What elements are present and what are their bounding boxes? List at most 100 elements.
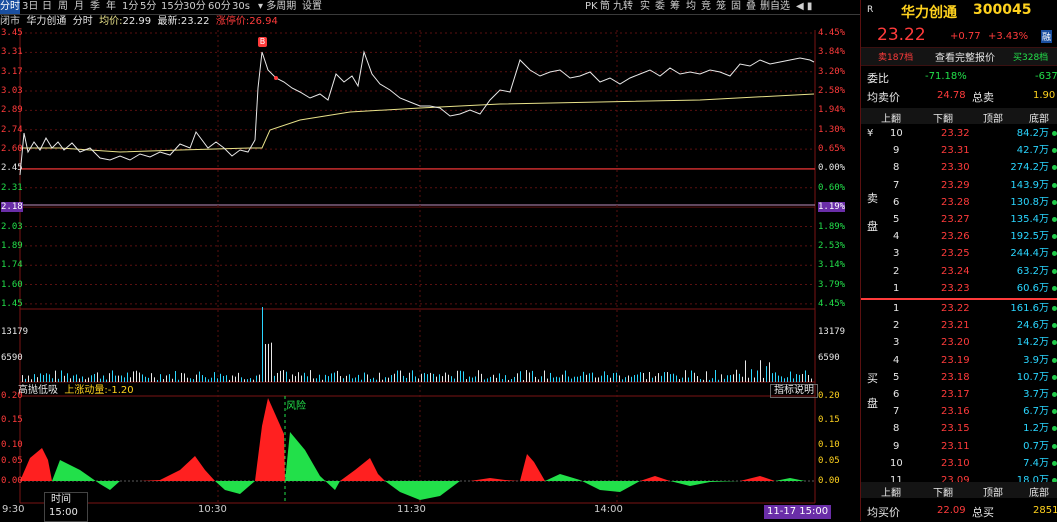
period-tab-11[interactable]: 60分 <box>208 0 231 14</box>
volume-bar <box>802 373 803 382</box>
tool-button-10[interactable]: 叠 <box>746 0 756 14</box>
volume-bar <box>508 379 509 382</box>
indicator-explain-button[interactable]: 指标说明 <box>770 384 818 398</box>
asks-row[interactable]: 4 23.26 192.5万 <box>861 228 1057 245</box>
tool-button-4[interactable]: 委 <box>655 0 665 14</box>
tool-button-2[interactable]: 九转 <box>613 0 633 14</box>
top-button-bottom[interactable]: 顶部 <box>983 484 1003 499</box>
period-tab-12[interactable]: 30s <box>232 0 250 14</box>
volume-bar <box>193 379 194 382</box>
asks-row[interactable]: 2 23.24 63.2万 <box>861 263 1057 280</box>
period-tab-7[interactable]: 1分 <box>122 0 138 14</box>
period-tab-14[interactable]: 设置 <box>302 0 322 14</box>
asks-row[interactable]: 9 23.31 42.7万 <box>861 142 1057 159</box>
volume-bar <box>787 377 788 382</box>
period-tab-5[interactable]: 季 <box>90 0 100 14</box>
volume-bar <box>544 370 545 382</box>
bids-volume: 0.7万 <box>1023 440 1049 452</box>
bids-row[interactable]: 4 23.19 3.9万 <box>861 352 1057 369</box>
volume-bar <box>55 370 56 382</box>
period-tab-8[interactable]: 5分 <box>140 0 156 14</box>
asks-row[interactable]: 6 23.28 130.8万 <box>861 194 1057 211</box>
bids-row[interactable]: 3 23.20 14.2万 <box>861 334 1057 351</box>
volume-bar <box>136 370 137 382</box>
asks-row[interactable]: 7 23.29 143.9万 <box>861 177 1057 194</box>
volume-bar <box>187 377 188 382</box>
page-down-bottom[interactable]: 下翻 <box>933 484 953 499</box>
bottom-button[interactable]: 底部 <box>1029 110 1049 125</box>
buy-marker[interactable]: B <box>258 37 267 47</box>
bids-row[interactable]: 7 23.16 6.7万 <box>861 403 1057 420</box>
volume-bar <box>493 374 494 382</box>
asks-level: 10 <box>890 128 903 139</box>
volume-bar <box>115 375 116 382</box>
asks-row[interactable]: 5 23.27 135.4万 <box>861 211 1057 228</box>
asks-volume: 244.4万 <box>1010 248 1049 260</box>
tool-button-0[interactable]: PK <box>585 0 598 14</box>
period-tab-2[interactable]: 日 <box>42 0 52 14</box>
volume-bar <box>79 378 80 382</box>
period-tab-0[interactable]: 分时 <box>0 0 20 14</box>
bottom-button-bottom[interactable]: 底部 <box>1029 484 1049 499</box>
volume-bar <box>385 377 386 382</box>
avg-buy-label: 均买价 <box>867 506 900 519</box>
indicator-title[interactable]: 高抛低吸 <box>18 385 58 396</box>
buy-depth-link[interactable]: 买328档 <box>1013 50 1048 63</box>
full-quote-button[interactable]: 查看完整报价 <box>935 49 995 64</box>
asks-price: 23.31 <box>941 145 970 157</box>
intraday-chart[interactable] <box>0 30 860 521</box>
price-axis-left-2: 3.17 <box>1 66 23 77</box>
period-tab-13[interactable]: ▾ 多周期 <box>258 0 296 14</box>
current-price: 23.22 <box>877 25 926 45</box>
tool-button-12[interactable]: ◀ ▮ <box>796 0 812 14</box>
tool-button-8[interactable]: 笼 <box>716 0 726 14</box>
page-down-top[interactable]: 下翻 <box>933 110 953 125</box>
bids-row[interactable]: 2 23.21 24.6万 <box>861 317 1057 334</box>
tool-button-3[interactable]: 实 <box>640 0 650 14</box>
volume-bar <box>247 379 248 382</box>
volume-bar <box>574 376 575 382</box>
top-button[interactable]: 顶部 <box>983 110 1003 125</box>
bids-change-dot <box>1052 409 1057 415</box>
period-tab-9[interactable]: 15分 <box>161 0 184 14</box>
bids-row[interactable]: 6 23.17 3.7万 <box>861 386 1057 403</box>
tool-button-1[interactable]: 筒 <box>600 0 610 14</box>
period-tab-1[interactable]: 3日 <box>22 0 38 14</box>
tool-button-11[interactable]: 删自选 <box>760 0 790 14</box>
volume-bar <box>670 374 671 382</box>
time-label-0930: 9:30 <box>2 504 25 515</box>
bids-change-dot <box>1052 460 1057 466</box>
bids-row[interactable]: 9 23.11 0.7万 <box>861 438 1057 455</box>
asks-row[interactable]: 1 23.23 60.6万 <box>861 280 1057 297</box>
volume-bar <box>553 377 554 382</box>
volume-bar <box>25 378 26 382</box>
volume-bar <box>538 379 539 382</box>
tool-button-9[interactable]: 固 <box>731 0 741 14</box>
bids-row[interactable]: 1 23.22 161.6万 <box>861 300 1057 317</box>
tool-button-5[interactable]: 筹 <box>670 0 680 14</box>
bids-row[interactable]: 8 23.15 1.2万 <box>861 420 1057 437</box>
asks-row[interactable]: 8 23.30 274.2万 <box>861 159 1057 176</box>
volume-bar <box>571 378 572 382</box>
volume-bar <box>442 376 443 382</box>
sell-depth-link[interactable]: 卖187档 <box>878 50 913 63</box>
period-tab-6[interactable]: 年 <box>106 0 116 14</box>
bids-row[interactable]: 10 23.10 7.4万 <box>861 455 1057 472</box>
tool-button-6[interactable]: 均 <box>686 0 696 14</box>
period-tab-4[interactable]: 月 <box>74 0 84 14</box>
page-up-top[interactable]: 上翻 <box>881 110 901 125</box>
price-axis-right-13: 3.79% <box>818 279 846 290</box>
asks-row[interactable]: 10 23.32 84.2万 <box>861 125 1057 142</box>
volume-bar <box>277 372 278 382</box>
volume-bar <box>535 376 536 382</box>
period-tab-10[interactable]: 30分 <box>183 0 206 14</box>
volume-bar <box>148 377 149 382</box>
asks-row[interactable]: 3 23.25 244.4万 <box>861 245 1057 262</box>
bids-row[interactable]: 5 23.18 10.7万 <box>861 369 1057 386</box>
stock-name-label: 华力创通 <box>26 16 67 27</box>
page-up-bottom[interactable]: 上翻 <box>881 484 901 499</box>
period-tab-3[interactable]: 周 <box>58 0 68 14</box>
volume-bar <box>484 379 485 382</box>
tool-button-7[interactable]: 竞 <box>701 0 711 14</box>
volume-bar <box>235 376 236 382</box>
